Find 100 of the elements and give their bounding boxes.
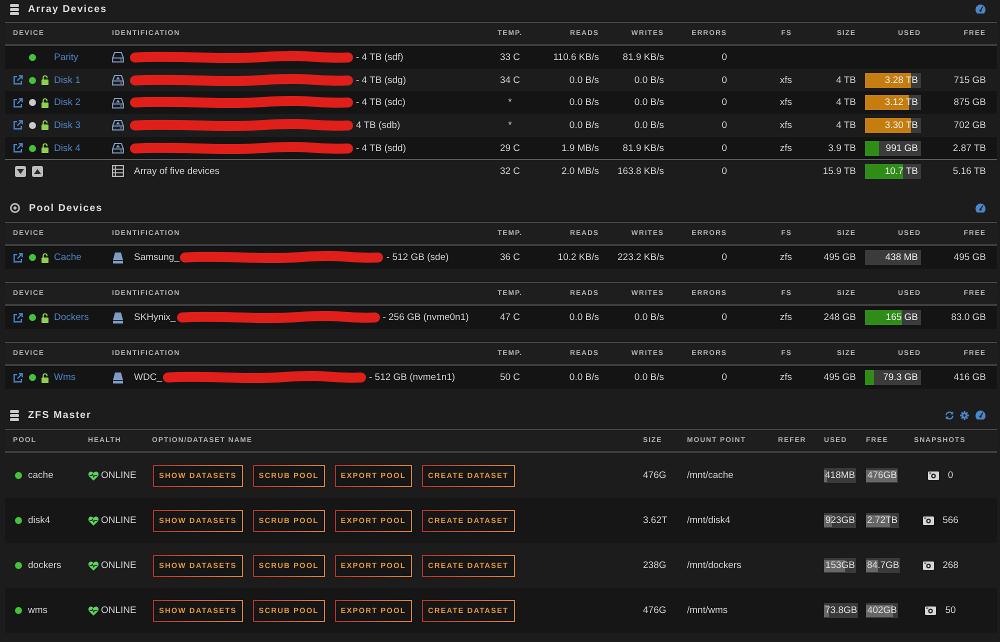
size-value: 476G [643, 605, 666, 616]
writes-value: 0.0 B/s [634, 74, 664, 86]
reads-value: 10.2 KB/s [558, 252, 599, 264]
free-value: 2.72TB [867, 515, 898, 526]
size-value: 238G [643, 560, 666, 572]
temperature-value: 50 C [500, 372, 520, 384]
size-value: 248 GB [824, 312, 856, 324]
used-value: 73.8GB [825, 605, 858, 616]
device-link[interactable]: Cache [54, 252, 82, 264]
padlock-icon [41, 372, 49, 383]
filesystem-value: xfs [780, 97, 792, 108]
gauge-icon[interactable] [975, 203, 986, 214]
database-icon [10, 4, 19, 14]
model-name-text: WDC_ [134, 372, 162, 384]
caret-up-button[interactable] [32, 166, 43, 177]
padlock-icon [41, 98, 49, 108]
pool-name: cache [28, 470, 54, 482]
padlock-icon [41, 252, 49, 263]
free-value: 715 GB [954, 74, 986, 86]
temperature-value: 33 C [500, 52, 520, 63]
size-value: 4 TB [836, 120, 856, 131]
external-link-icon[interactable] [13, 143, 23, 154]
health-status: ONLINE [101, 515, 136, 526]
used-value: 418MB [825, 470, 856, 482]
database-icon [10, 410, 19, 421]
external-link-icon[interactable] [13, 252, 23, 263]
reads-value: 2.0 MB/s [562, 166, 599, 177]
hard-drive-icon [112, 51, 124, 64]
capacity-text: - 512 GB (sde) [386, 252, 449, 264]
temperature-value: 29 C [500, 142, 520, 154]
snapshot-count: 50 [945, 605, 956, 616]
temperature-value: * [508, 97, 512, 108]
section-title: Array Devices [28, 4, 108, 14]
pool-name: wms [28, 605, 48, 616]
errors-value: 0 [722, 97, 727, 108]
device-link[interactable]: Dockers [54, 312, 89, 324]
refresh-icon[interactable] [945, 410, 954, 420]
capacity-text: - 4 TB (sdf) [356, 52, 404, 63]
snapshot-count: 566 [942, 515, 958, 526]
external-link-icon[interactable] [13, 372, 23, 383]
device-link[interactable]: Wms [54, 372, 76, 384]
writes-value: 163.8 KB/s [618, 166, 664, 177]
external-link-icon[interactable] [13, 98, 23, 108]
used-value: 165 GB [886, 312, 918, 324]
snapshot-count: 268 [942, 560, 958, 572]
reads-value: 110.6 KB/s [553, 52, 599, 63]
temperature-value: 32 C [500, 166, 520, 177]
gauge-icon[interactable] [975, 410, 986, 420]
external-link-icon[interactable] [13, 312, 23, 323]
reads-value: 0.0 B/s [569, 97, 599, 108]
capacity-text: 4 TB (sdb) [356, 120, 400, 131]
capacity-text: - 4 TB (sdg) [356, 74, 406, 86]
errors-value: 0 [722, 252, 727, 264]
drive-icon [112, 252, 124, 264]
temperature-value: 34 C [500, 74, 520, 86]
reads-value: 0.0 B/s [569, 74, 599, 86]
size-value: 3.9 TB [828, 142, 856, 154]
free-value: 402GB [867, 605, 897, 616]
settings-icon[interactable] [960, 410, 969, 420]
pool-name: dockers [28, 560, 62, 572]
padlock-icon [41, 312, 49, 323]
capacity-text: - 256 GB (nvme0n1) [382, 312, 469, 324]
filesystem-value: zfs [780, 312, 792, 324]
reads-value: 0.0 B/s [569, 120, 599, 131]
used-value: 438 MB [885, 252, 918, 264]
capacity-text: - 512 GB (nvme1n1) [368, 372, 456, 384]
padlock-icon [41, 120, 49, 130]
temperature-value: 36 C [500, 252, 520, 264]
filesystem-value: zfs [780, 372, 792, 384]
external-link-icon[interactable] [13, 75, 23, 86]
free-value: 84.7GB [867, 560, 900, 572]
errors-value: 0 [722, 74, 727, 86]
disc-icon [10, 203, 20, 214]
device-link[interactable]: Parity [54, 52, 78, 63]
used-value: 79.3 GB [883, 372, 918, 384]
caret-down-button[interactable] [15, 166, 26, 177]
gauge-icon[interactable] [975, 4, 986, 14]
reads-value: 0.0 B/s [569, 372, 599, 384]
device-link[interactable]: Disk 2 [54, 97, 80, 108]
external-link-icon[interactable] [13, 120, 23, 130]
filesystem-value: zfs [780, 252, 792, 264]
camera-icon [925, 606, 936, 616]
writes-value: 81.9 KB/s [622, 52, 664, 63]
free-value: 416 GB [954, 372, 986, 384]
device-link[interactable]: Disk 3 [54, 120, 80, 131]
hard-drive-icon [112, 96, 124, 109]
drive-icon [112, 312, 124, 324]
size-value: 3.62T [643, 515, 668, 526]
errors-value: 0 [722, 372, 727, 384]
device-link[interactable]: Disk 1 [54, 74, 80, 86]
writes-value: 0.0 B/s [634, 372, 664, 384]
errors-value: 0 [722, 120, 727, 131]
size-value: 4 TB [836, 74, 856, 86]
writes-value: 81.9 KB/s [622, 142, 664, 154]
model-name-text: Samsung_ [134, 252, 180, 264]
caret-up-icon [34, 168, 41, 174]
writes-value: 0.0 B/s [634, 97, 664, 108]
device-link[interactable]: Disk 4 [54, 142, 80, 154]
writes-value: 0.0 B/s [634, 312, 664, 324]
mount-point: /mnt/disk4 [687, 515, 730, 526]
